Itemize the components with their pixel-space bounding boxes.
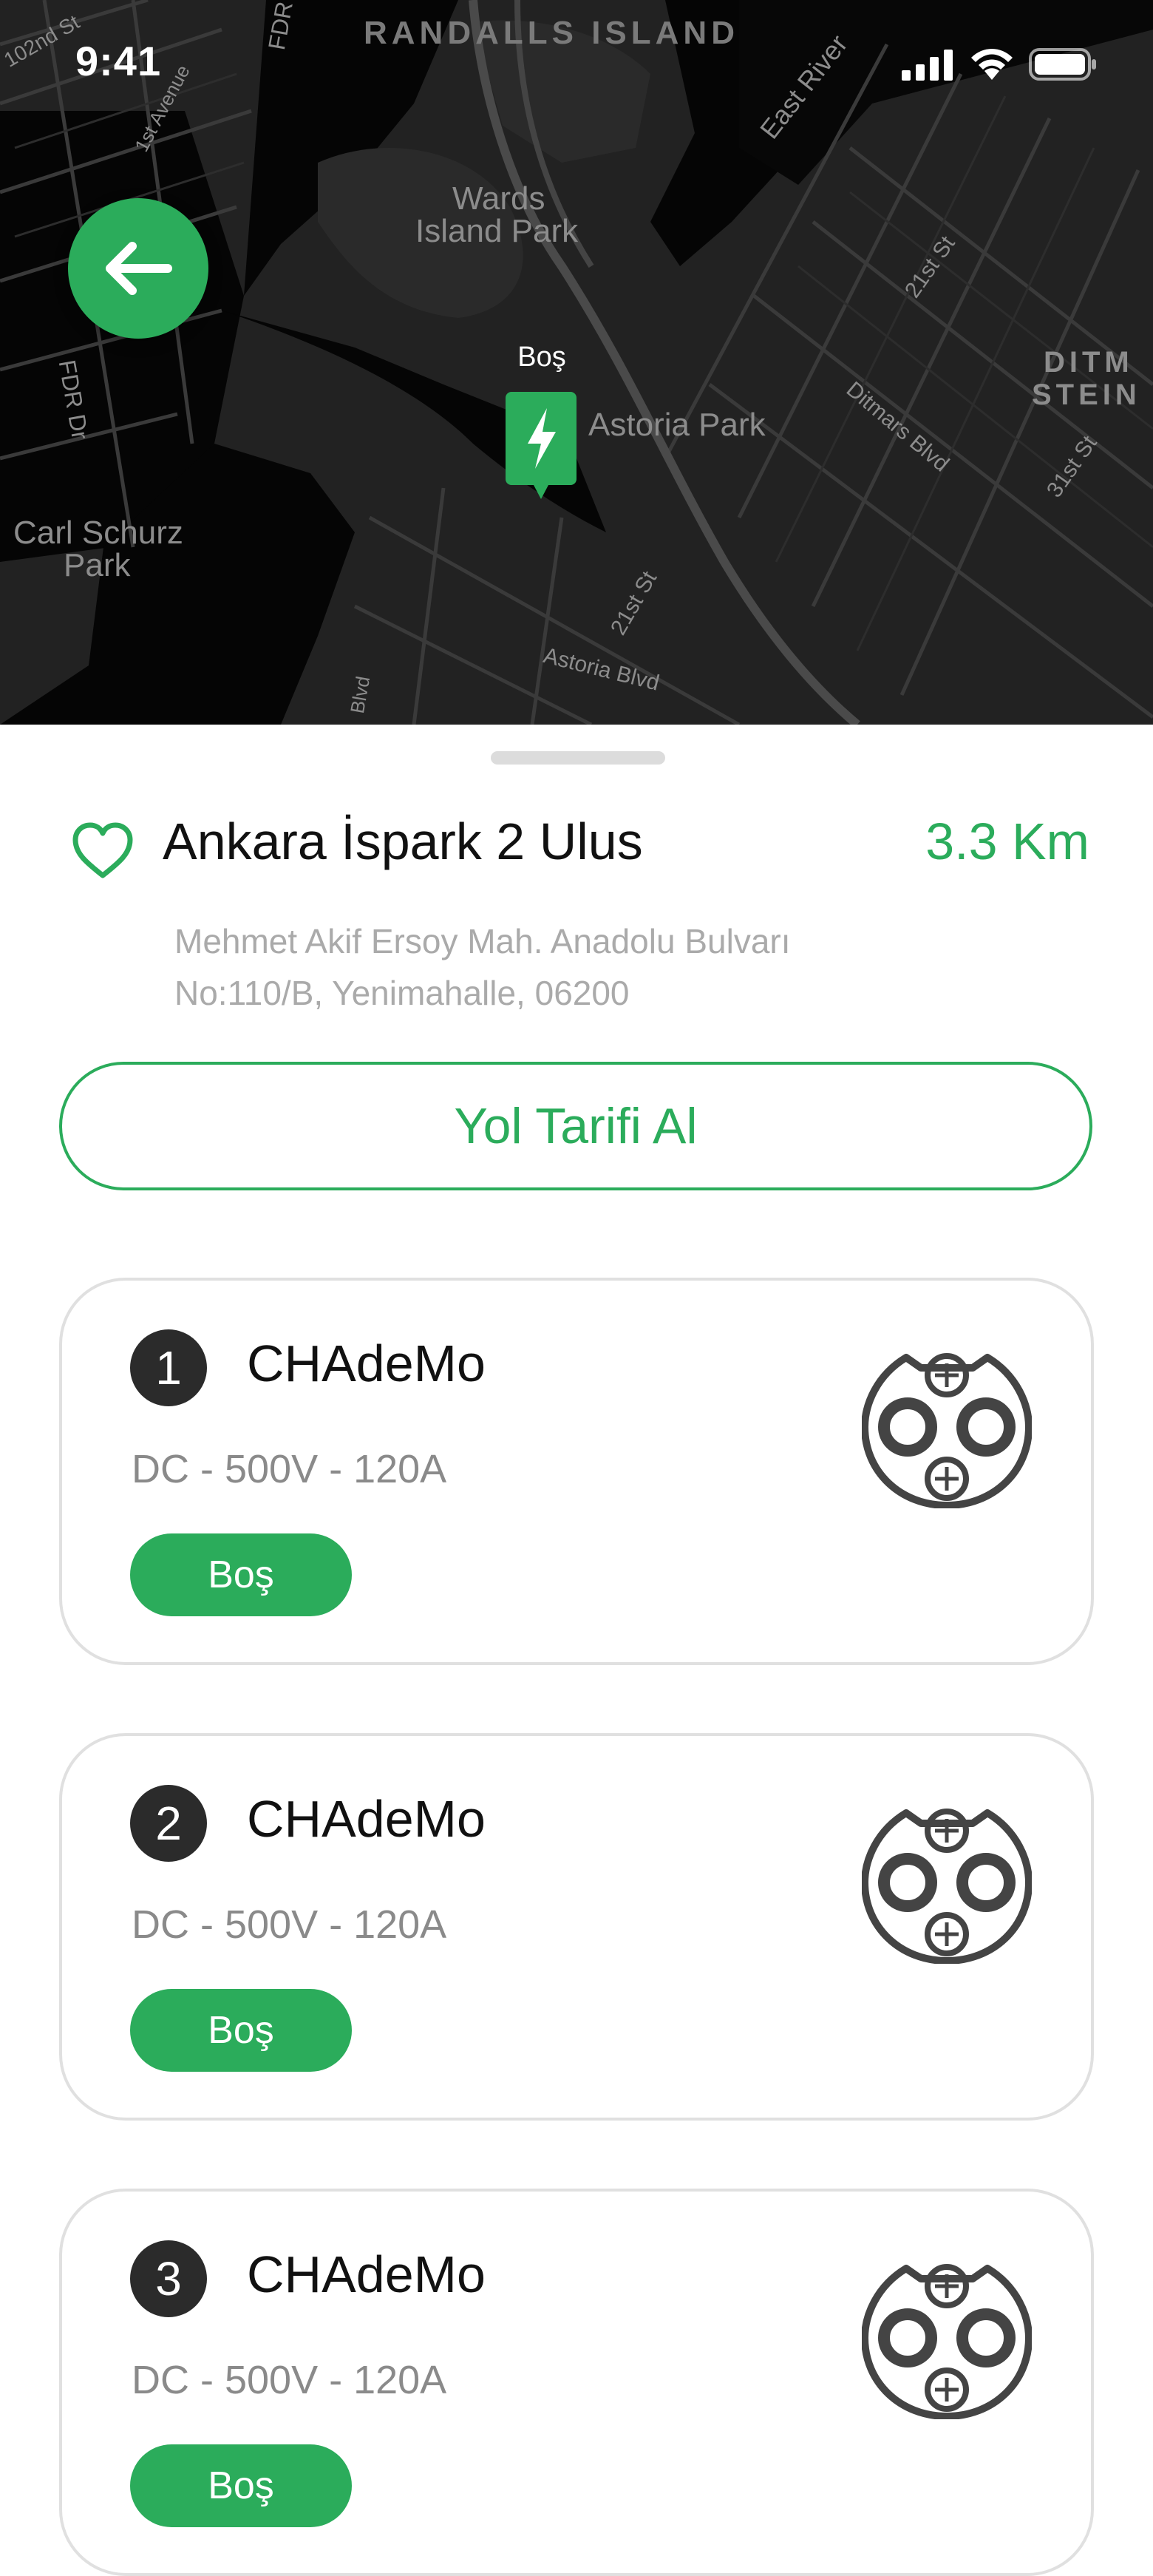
station-name: Ankara İspark 2 Ulus [163, 813, 643, 870]
wifi-icon [971, 49, 1013, 80]
connector-name: CHAdeMo [247, 1335, 486, 1392]
status-badge: Boş [130, 1533, 352, 1616]
station-distance: 3.3 Km [925, 813, 1089, 870]
map-label-ditm: DITM [1044, 346, 1134, 379]
get-directions-button[interactable]: Yol Tarifi Al [59, 1062, 1092, 1190]
station-address: Mehmet Akif Ersoy Mah. Anadolu Bulvarı N… [174, 915, 987, 1019]
connector-spec: DC - 500V - 120A [132, 2358, 447, 2402]
chademo-plug-icon [862, 2264, 1032, 2419]
heart-icon[interactable] [71, 821, 135, 880]
status-badge: Boş [130, 2444, 352, 2527]
map-label-wards: Wards [452, 180, 545, 217]
connector-number: 1 [130, 1329, 207, 1406]
map-label-wards-park: Island Park [415, 213, 579, 249]
battery-icon [1029, 48, 1096, 81]
charging-station-pin-icon[interactable] [506, 392, 576, 499]
status-badge: Boş [130, 1989, 352, 2072]
sheet-grabber[interactable] [491, 751, 665, 765]
chademo-plug-icon [862, 1353, 1032, 1508]
map-label-randalls: RANDALLS ISLAND [364, 15, 739, 51]
map-view[interactable]: RANDALLS ISLAND Wards Island Park Astori… [0, 0, 1153, 725]
connector-name: CHAdeMo [247, 1790, 486, 1848]
map-label-carl-schurz: Carl Schurz [13, 515, 183, 551]
chademo-plug-icon [862, 1809, 1032, 1964]
address-line-1: Mehmet Akif Ersoy Mah. Anadolu Bulvarı [174, 922, 791, 960]
connector-spec: DC - 500V - 120A [132, 1902, 447, 1947]
station-detail-sheet: Ankara İspark 2 Ulus 3.3 Km Mehmet Akif … [0, 725, 1153, 2576]
status-time: 9:41 [75, 38, 162, 84]
connector-card-1[interactable]: 1 CHAdeMo DC - 500V - 120A Boş [59, 1278, 1094, 1665]
status-icons [902, 47, 1097, 81]
back-button[interactable] [68, 198, 208, 339]
map-label-astoria-park: Astoria Park [588, 407, 766, 443]
connector-name: CHAdeMo [247, 2245, 486, 2303]
connector-card-3[interactable]: 3 CHAdeMo DC - 500V - 120A Boş [59, 2189, 1094, 2576]
connector-number: 2 [130, 1785, 207, 1862]
connector-number: 3 [130, 2240, 207, 2317]
pin-status-label: Boş [517, 342, 566, 373]
arrow-left-icon [106, 242, 172, 295]
map-label-stein: STEIN [1032, 379, 1141, 411]
map-label-carl-park: Park [64, 547, 131, 583]
signal-icon [902, 50, 953, 81]
address-line-2: No:110/B, Yenimahalle, 06200 [174, 974, 630, 1012]
connector-card-2[interactable]: 2 CHAdeMo DC - 500V - 120A Boş [59, 1733, 1094, 2121]
connector-spec: DC - 500V - 120A [132, 1447, 447, 1491]
